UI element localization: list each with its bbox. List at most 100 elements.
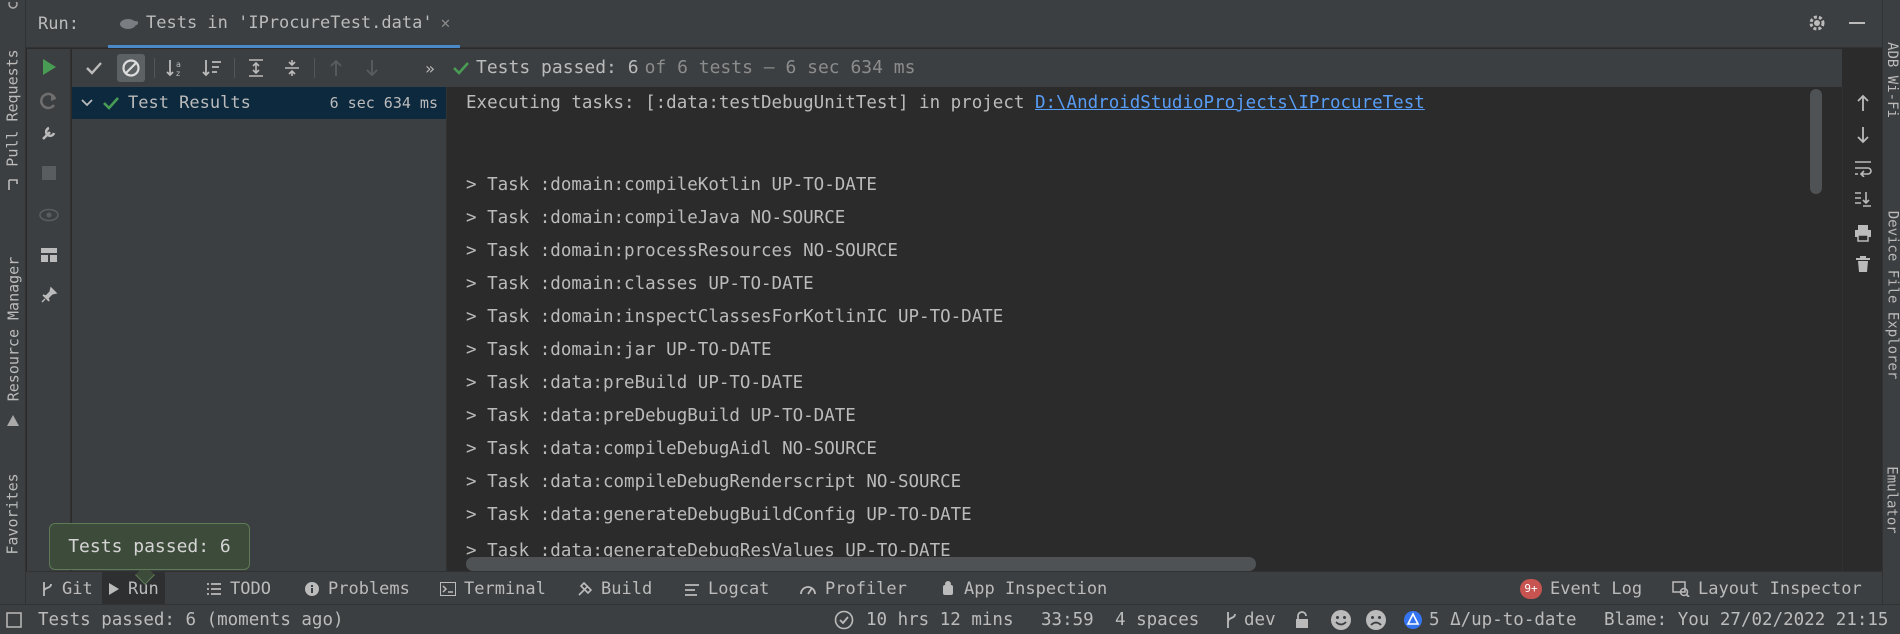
sad-face-icon[interactable] [1365,605,1387,634]
logcat-tool-button[interactable]: Logcat [678,572,775,605]
console-header-line: Executing tasks: [:data:testDebugUnitTes… [466,87,1425,120]
show-passed-icon[interactable] [80,54,108,82]
eye-icon[interactable] [35,201,63,229]
terminal-tool-button[interactable]: Terminal [434,572,552,605]
sort-alphabetically-icon[interactable]: az [162,54,190,82]
pull-requests-tab[interactable]: Pull Requests [0,40,26,176]
adb-wifi-tab[interactable]: ADB Wi-Fi [1883,20,1900,140]
show-ignored-icon[interactable] [117,54,145,82]
run-side-toolbar [27,49,71,571]
build-tool-button[interactable]: Build [571,572,658,605]
summary-detail-text: of 6 tests – 6 sec 634 ms [644,57,916,78]
summary-passed-text: Tests passed: 6 [476,57,639,78]
problems-tool-button[interactable]: Problems [298,572,416,605]
console-line: > Task :data:generateDebugBuildConfig UP… [466,505,972,525]
console-line: > Task :domain:compileKotlin UP-TO-DATE [466,175,877,195]
warning-triangle-icon [1404,611,1422,629]
vcs-status-text: 5 Δ/up-to-date [1429,610,1577,630]
branch-text: dev [1244,610,1276,630]
rerun-failed-icon[interactable] [35,87,63,115]
emulator-tab[interactable]: Emulator [1883,440,1900,560]
console-side-toolbar [1842,87,1882,571]
layout-inspector-tool-button[interactable]: Layout Inspector [1666,572,1868,605]
favorites-tab[interactable]: Favorites [0,464,26,564]
git-tool-button[interactable]: Git [34,572,99,605]
toolbar-separator [314,58,315,78]
event-log-badge: 9+ [1520,578,1542,599]
indent-widget[interactable]: 4 spaces [1115,605,1199,634]
trash-icon[interactable] [1849,250,1877,278]
event-log-label: Event Log [1550,578,1643,599]
horizontal-scrollbar[interactable] [466,557,1256,571]
play-icon [109,582,119,595]
console-line: > Task :data:compileDebugRenderscript NO… [466,472,962,492]
passed-check-icon [453,61,469,75]
collapse-all-icon[interactable] [278,54,306,82]
more-actions-icon[interactable]: » [416,54,444,82]
console-line: > Task :domain:jar UP-TO-DATE [466,340,772,360]
project-path-link[interactable]: D:\AndroidStudioProjects\IProcureTest [1035,93,1425,113]
list-icon [207,582,221,595]
console-line: > Task :data:preBuild UP-TO-DATE [466,373,804,393]
soft-wrap-icon[interactable] [1849,154,1877,182]
close-tab-icon[interactable]: ✕ [441,13,451,32]
expand-all-icon[interactable] [242,54,270,82]
app-inspection-tool-button[interactable]: App Inspection [934,572,1113,605]
blame-widget[interactable]: Blame: You 27/02/2022 21:15 [1604,605,1888,634]
run-label: Run: [38,14,79,34]
next-failed-icon[interactable] [358,54,386,82]
chevron-down-icon[interactable] [80,98,94,108]
console-output[interactable]: Executing tasks: [:data:testDebugUnitTes… [448,87,1842,571]
console-header-text: Executing tasks: [:data:testDebugUnitTes… [466,93,1035,113]
resource-manager-label: Resource Manager [4,256,22,402]
panel-toggle-icon[interactable] [6,612,22,628]
problems-label: Problems [328,578,410,599]
minimize-icon[interactable] [1847,12,1867,39]
gear-icon[interactable] [1806,12,1828,39]
todo-tool-button[interactable]: TODO [200,572,277,605]
print-icon[interactable] [1849,219,1877,247]
status-message[interactable]: Tests passed: 6 (moments ago) [6,605,344,634]
sort-by-duration-icon[interactable] [198,54,226,82]
caret-position-text: 33:59 [1041,610,1094,630]
info-icon [305,581,319,596]
time-tracked-text: 10 hrs 12 mins [866,610,1014,630]
stop-icon[interactable] [35,159,63,187]
stripe-top-icon [0,0,26,14]
app-inspection-label: App Inspection [964,578,1108,599]
vertical-scrollbar[interactable] [1810,89,1822,194]
branch-widget[interactable]: dev [1224,605,1276,634]
caret-position[interactable]: 33:59 [1041,605,1094,634]
arrow-down-icon[interactable] [1849,121,1877,149]
run-config-tab[interactable]: Tests in 'IProcureTest.data' ✕ [108,0,461,48]
scroll-to-end-icon[interactable] [1849,185,1877,213]
test-turtle-icon [120,18,138,29]
emulator-label: Emulator [1884,466,1900,534]
happy-face-icon[interactable] [1330,605,1352,634]
event-log-tool-button[interactable]: 9+ Event Log [1514,572,1648,605]
profiler-label: Profiler [825,578,907,599]
test-summary: Tests passed: 6 of 6 tests – 6 sec 634 m… [452,57,916,78]
clock-check-icon [834,610,854,630]
vcs-status-widget[interactable]: 5 Δ/up-to-date [1403,605,1577,634]
tool-windows-bar: Git Run TODO Problems Terminal Build Log… [26,571,1882,605]
wrench-icon[interactable] [35,119,63,147]
arrow-up-icon[interactable] [1849,89,1877,117]
favorites-label: Favorites [4,473,22,555]
resource-manager-tab[interactable]: Resource Manager [0,245,26,413]
lock-icon[interactable] [1294,605,1310,634]
pull-requests-label: Pull Requests [4,49,22,167]
profiler-tool-button[interactable]: Profiler [793,572,913,605]
previous-failed-icon[interactable] [322,54,350,82]
status-message-text: Tests passed: 6 (moments ago) [38,610,344,630]
test-results-root-row[interactable]: Test Results 6 sec 634 ms [72,87,446,119]
pin-icon[interactable] [35,281,63,309]
rerun-icon[interactable] [35,53,63,81]
git-label: Git [62,578,93,599]
layout-icon[interactable] [35,241,63,269]
passed-check-icon [103,97,119,110]
device-file-explorer-tab[interactable]: Device File Explorer [1883,180,1900,410]
time-tracking-widget[interactable]: 10 hrs 12 mins [834,605,1014,634]
test-runner-toolbar: az » Tests passed: 6 of 6 tests – 6 sec … [72,49,1842,87]
run-tool-button[interactable]: Run [102,572,165,605]
